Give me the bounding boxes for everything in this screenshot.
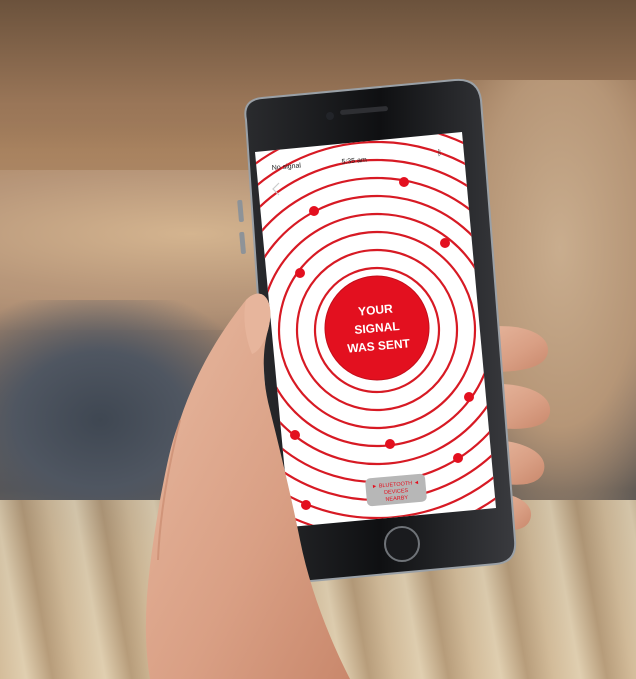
phone-in-hand: YOUR SIGNAL WAS SENT ► BLUETOOTH ◄ DEVIC…: [145, 78, 551, 679]
home-button[interactable]: [384, 526, 420, 562]
bluetooth-devices-badge[interactable]: ► BLUETOOTH ◄ DEVICES NEARBY: [365, 473, 427, 507]
front-camera: [326, 112, 334, 120]
volume-button: [237, 199, 244, 222]
device-dot: [399, 177, 409, 187]
device-dot: [295, 268, 305, 278]
device-dot: [309, 206, 319, 216]
photo-scene: YOUR SIGNAL WAS SENT ► BLUETOOTH ◄ DEVIC…: [0, 0, 636, 679]
device-dot: [385, 439, 395, 449]
device-dot: [453, 453, 463, 463]
volume-button: [239, 231, 246, 254]
device-dot: [290, 430, 300, 440]
device-dot: [464, 392, 474, 402]
device-dot: [440, 238, 450, 248]
bluetooth-icon: ᛒ: [437, 148, 443, 157]
device-dot: [301, 500, 311, 510]
